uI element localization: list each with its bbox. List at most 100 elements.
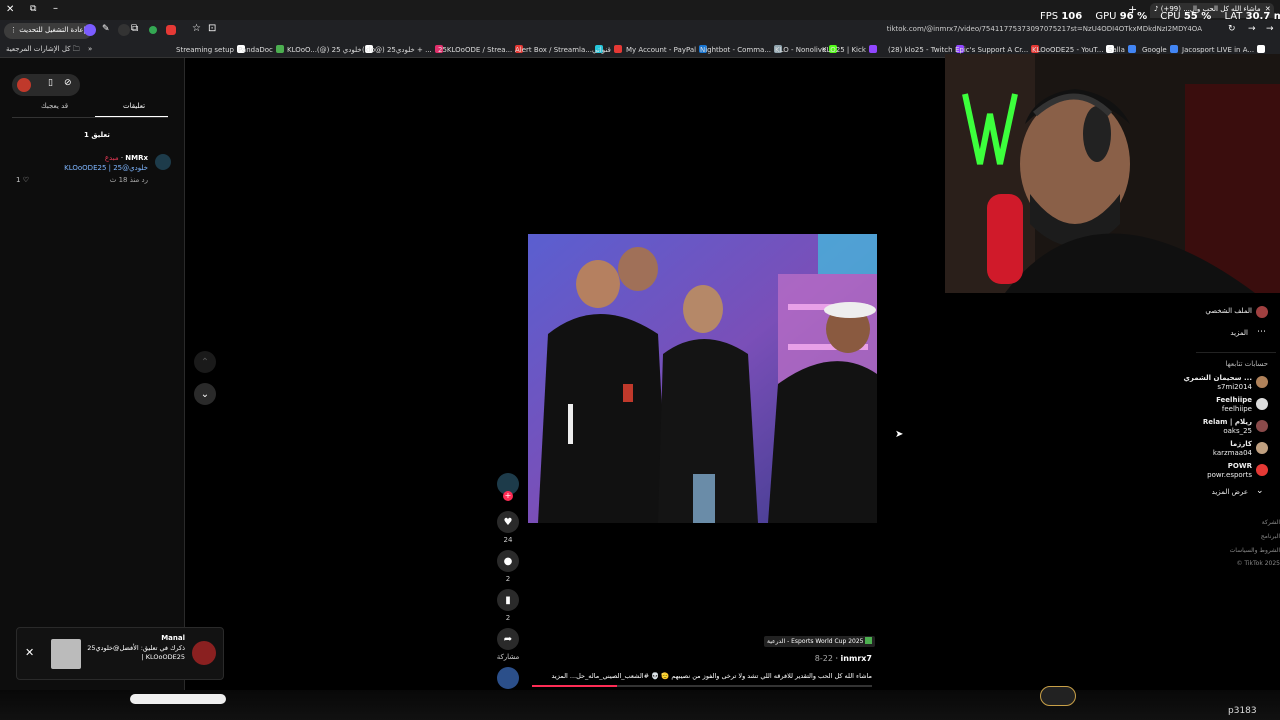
abp-extension-icon[interactable] <box>166 25 176 35</box>
folder-icon: 🗀 <box>72 45 80 53</box>
comment-like-button[interactable]: 1 ♡ <box>16 176 29 184</box>
bookmark-item[interactable]: (28) klo25 - Twitch <box>888 45 964 54</box>
reply-button[interactable]: رد <box>142 176 149 184</box>
bookmark-label: قنواتي <box>592 46 611 54</box>
puzzle-extension-icon[interactable]: ✎ <box>102 24 110 34</box>
comment-like-count: 1 <box>16 176 21 184</box>
address-bar[interactable]: tiktok.com/@inmrx7/video/754117753730970… <box>640 25 1202 37</box>
video-author[interactable]: inmrx7 <box>841 654 872 663</box>
chevron-down-icon[interactable]: ⌄ <box>1256 486 1264 496</box>
esports-tag-icon <box>865 637 873 644</box>
bookmark-star-icon[interactable]: ☆ <box>192 23 201 34</box>
bookmark-label: KLO25 | Kick <box>822 46 866 54</box>
video-author-line: 8-22 · inmrx7 <box>814 654 872 663</box>
profile-link[interactable]: الملف الشخصي <box>1205 307 1252 315</box>
overlay-bar <box>130 694 226 704</box>
bookmark-item[interactable]: Jacosport LIVE in A... <box>1182 45 1266 54</box>
bookmark-item[interactable]: (klo@) 25خلودي + ... <box>362 45 443 54</box>
bookmark-item[interactable]: KLOoO...(@) 25 خلودي <box>287 45 373 54</box>
install-app-icon[interactable]: ⊡ <box>208 23 216 34</box>
restore-window-icon[interactable]: ⧉ <box>30 4 36 14</box>
following-handle: karzmaa04 <box>1212 449 1252 457</box>
following-account[interactable]: سحيمان الشمري ... s7mi2014 <box>1183 374 1280 394</box>
share-button[interactable]: ➦ <box>497 628 519 650</box>
save-button[interactable]: ▮ <box>497 589 519 611</box>
notification-thumbnail <box>51 639 81 669</box>
tab-comments[interactable]: تعليقات <box>123 102 145 110</box>
bookmark-favicon-icon <box>1169 45 1178 53</box>
location-tag[interactable]: الدرعية - Esports World Cup 2025 <box>764 636 876 647</box>
block-icon[interactable]: ⊘ <box>64 78 72 88</box>
update-restart-button[interactable]: ⋮ إعادة التشغيل للتحديث <box>4 23 92 39</box>
follow-plus-icon[interactable]: + <box>503 491 513 501</box>
bookmark-label: Epic's Support A Cr... <box>955 46 1029 54</box>
bookmark-item[interactable]: Streaming setup <box>176 45 245 54</box>
sound-disc-icon[interactable] <box>497 667 519 689</box>
video-caption[interactable]: ماشاء الله كل الحب والتقدير للافرقه اللي… <box>532 672 873 680</box>
user-avatar[interactable] <box>17 78 31 92</box>
all-bookmarks-button[interactable]: كل الإشارات المرجعية 🗀 <box>6 45 80 56</box>
close-window-icon[interactable]: ✕ <box>6 4 14 15</box>
bookmarks-overflow-icon[interactable]: » <box>88 45 92 53</box>
close-notification-icon[interactable]: ✕ <box>25 646 34 659</box>
heart-icon: ♥ <box>503 516 513 528</box>
bookmark-label: KLO - Nonolive <box>775 46 827 54</box>
following-account[interactable]: POWR powr.esports <box>1190 462 1280 482</box>
tab-you-may-like[interactable]: قد يعجبك <box>41 102 68 110</box>
overlay-button <box>1040 686 1076 706</box>
chevron-up-icon: ⌃ <box>200 356 210 368</box>
extension-icon[interactable] <box>84 24 96 36</box>
following-account[interactable]: Feelhiipe feelhiipe <box>1190 396 1280 416</box>
bookmark-item[interactable]: Alert Box / Streamla... <box>515 45 603 54</box>
previous-video-button[interactable]: ⌃ <box>194 351 216 373</box>
notification-text: ذكرك في تعليق: الأفضل@خلودي25 | KLOoODE2… <box>87 644 185 661</box>
footer-terms[interactable]: الشروط والسياسات <box>1230 547 1280 554</box>
extension-icon[interactable] <box>118 24 130 36</box>
show-more-link[interactable]: عرض المزيد <box>1212 488 1248 496</box>
bookmark-item[interactable]: PandaDoc <box>238 45 284 54</box>
save-count: 2 <box>505 614 511 622</box>
footer-company[interactable]: الشركة <box>1262 519 1280 526</box>
more-link[interactable]: المزيد <box>1230 329 1248 337</box>
comments-button[interactable]: ● <box>497 550 519 572</box>
comment-author[interactable]: NMRx <box>125 154 148 162</box>
following-name: سحيمان الشمري ... <box>1183 374 1252 382</box>
video-progress-track[interactable] <box>532 685 872 687</box>
video-player[interactable] <box>528 234 877 523</box>
back-icon[interactable]: → <box>1248 24 1256 34</box>
location-tag-label: الدرعية - Esports World Cup 2025 <box>767 638 864 645</box>
more-dots-icon[interactable]: ⋯ <box>1257 327 1266 337</box>
following-account[interactable]: Relam | ريلام oaks_25 <box>1190 418 1280 438</box>
bookmark-item[interactable]: Google <box>1142 45 1178 54</box>
bookmark-item[interactable]: KLOoODE25 - YouT... <box>1032 45 1115 54</box>
bookmark-favicon-icon <box>613 45 622 53</box>
extensions-icon[interactable]: ⧉ <box>131 23 138 34</box>
stream-bottom-overlay: p3183 <box>0 686 1280 720</box>
mobile-icon[interactable]: ▯ <box>48 78 53 88</box>
share-arrow-icon: ➦ <box>503 633 513 645</box>
bookmark-item[interactable]: Salla <box>1108 45 1136 54</box>
reload-icon[interactable]: ↻ <box>1228 24 1236 34</box>
mention-notification[interactable]: ✕ Manal ذكرك في تعليق: الأفضل@خلودي25 | … <box>16 627 224 680</box>
forward-icon[interactable]: → <box>1266 24 1274 34</box>
comment-text[interactable]: KLOoODE25 | خلودي@25 <box>40 164 148 172</box>
bookmark-item[interactable]: 25KLOoODE / Strea... <box>438 45 524 54</box>
bookmark-item[interactable]: Epic's Support A Cr... <box>955 45 1040 54</box>
like-button[interactable]: ♥ <box>497 511 519 533</box>
minimize-window-icon[interactable]: – <box>53 3 58 14</box>
following-avatar <box>1256 376 1268 388</box>
notification-name: Manal <box>161 634 185 642</box>
extension-green-icon[interactable] <box>149 26 157 34</box>
bookmark-item[interactable]: KLO25 | Kick <box>822 45 877 54</box>
comment-author-avatar[interactable] <box>155 154 171 170</box>
bookmark-item[interactable]: My Account - PayPal <box>626 45 708 54</box>
bookmark-item[interactable]: Nightbot - Comma... <box>700 45 783 54</box>
bookmark-favicon-icon <box>868 45 877 53</box>
following-avatar <box>1256 420 1268 432</box>
bookmark-item[interactable]: قنواتي <box>592 45 622 54</box>
footer-program[interactable]: البرنامج <box>1261 533 1280 540</box>
profile-avatar[interactable] <box>1256 306 1268 318</box>
following-title: حسابات تتابعها <box>1225 360 1268 368</box>
next-video-button[interactable]: ⌄ <box>194 383 216 405</box>
following-account[interactable]: كارزما karzmaa04 <box>1190 440 1280 460</box>
